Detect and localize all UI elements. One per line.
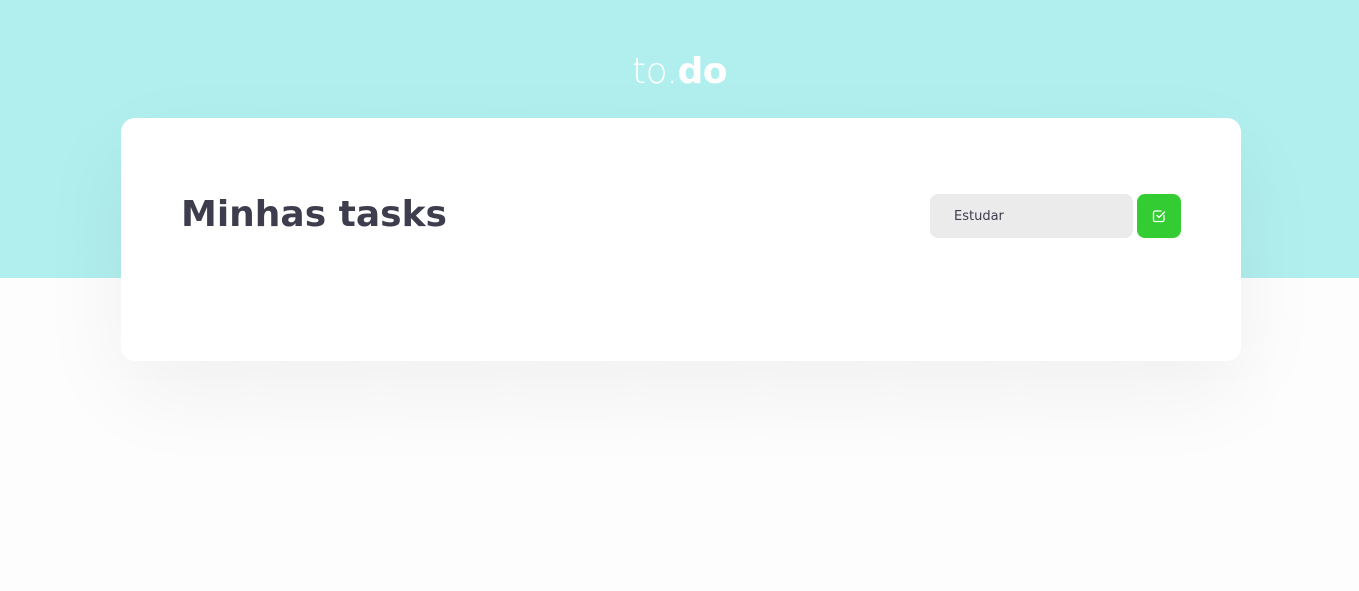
app-logo: to.do <box>0 50 1359 94</box>
new-task-input[interactable] <box>930 194 1133 238</box>
add-task-button[interactable] <box>1137 194 1181 238</box>
page-title: Minhas tasks <box>181 194 447 235</box>
logo-text-light: to. <box>632 51 678 92</box>
logo-text-bold: do <box>677 51 727 92</box>
check-square-icon <box>1152 209 1166 223</box>
tasks-card: Minhas tasks <box>121 118 1241 361</box>
